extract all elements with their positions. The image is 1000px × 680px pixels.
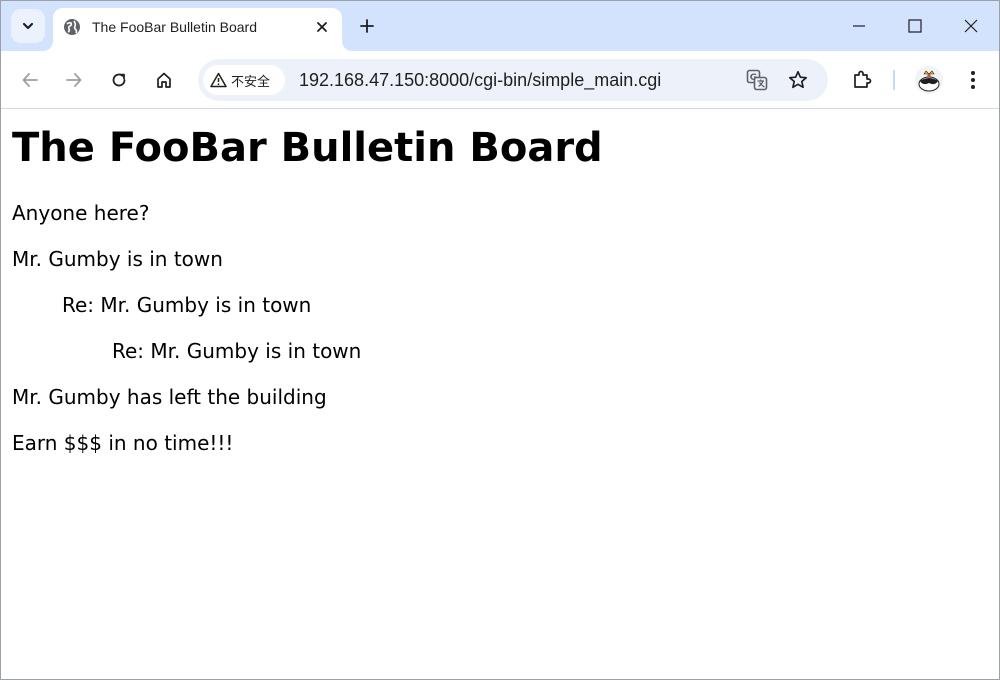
maximize-button[interactable] xyxy=(887,1,943,51)
arrow-left-icon xyxy=(22,73,38,87)
more-vertical-icon xyxy=(971,71,975,89)
plus-icon xyxy=(360,19,374,33)
arrow-right-icon xyxy=(66,73,82,87)
puzzle-icon xyxy=(854,70,872,88)
page-content: The FooBar Bulletin Board Anyone here? M… xyxy=(1,110,999,679)
chevron-down-icon xyxy=(22,22,34,30)
minimize-button[interactable] xyxy=(831,1,887,51)
browser-toolbar: 不安全 192.168.47.150:8000/cgi-bin/simple_m… xyxy=(1,51,999,109)
avatar-icon xyxy=(915,66,943,94)
tab-search-button[interactable] xyxy=(11,9,45,43)
profile-avatar[interactable] xyxy=(915,66,943,94)
page-title: The FooBar Bulletin Board xyxy=(12,125,603,171)
globe-icon xyxy=(64,19,80,35)
tab-close-button[interactable] xyxy=(312,17,332,37)
toolbar-separator xyxy=(893,70,895,90)
menu-button[interactable] xyxy=(957,64,989,96)
close-icon xyxy=(317,22,327,32)
maximize-icon xyxy=(908,19,922,33)
home-button[interactable] xyxy=(148,64,180,96)
translate-button[interactable]: G xyxy=(744,67,770,93)
star-icon xyxy=(788,70,808,89)
close-window-button[interactable] xyxy=(943,1,999,51)
extensions-button[interactable] xyxy=(846,64,878,96)
new-tab-button[interactable] xyxy=(353,12,381,40)
back-button[interactable] xyxy=(14,64,46,96)
forward-button[interactable] xyxy=(58,64,90,96)
url-text[interactable]: 192.168.47.150:8000/cgi-bin/simple_main.… xyxy=(299,69,661,91)
security-indicator[interactable]: 不安全 xyxy=(203,65,285,95)
warning-icon xyxy=(210,72,227,88)
close-icon xyxy=(964,19,978,33)
active-tab[interactable]: The FooBar Bulletin Board xyxy=(53,8,342,51)
security-label: 不安全 xyxy=(231,74,271,90)
post-item: Mr. Gumby is in town xyxy=(12,247,223,271)
tab-title: The FooBar Bulletin Board xyxy=(92,19,257,35)
post-item: Anyone here? xyxy=(12,201,150,225)
address-bar[interactable]: 不安全 192.168.47.150:8000/cgi-bin/simple_m… xyxy=(198,59,828,101)
bookmark-button[interactable] xyxy=(785,67,811,93)
translate-icon: G xyxy=(746,69,768,91)
reply-item: Re: Mr. Gumby is in town xyxy=(62,293,312,317)
reply-item: Re: Mr. Gumby is in town xyxy=(112,339,362,363)
home-icon xyxy=(157,72,171,88)
browser-window: The FooBar Bulletin Board 不安全 192.168.47… xyxy=(0,0,1000,680)
reload-button[interactable] xyxy=(103,64,135,96)
reload-icon xyxy=(112,73,126,87)
minimize-icon xyxy=(853,25,865,27)
post-item: Earn $$$ in no time!!! xyxy=(12,431,234,455)
post-item: Mr. Gumby has left the building xyxy=(12,385,327,409)
tab-strip: The FooBar Bulletin Board xyxy=(1,1,999,51)
